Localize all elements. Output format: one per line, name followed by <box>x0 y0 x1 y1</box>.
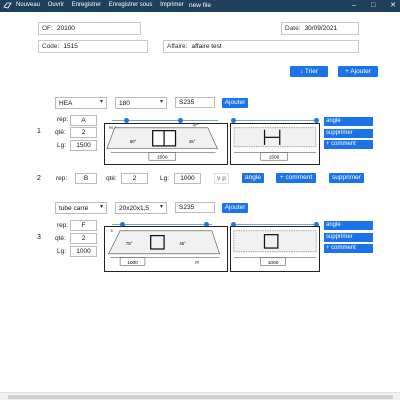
code-field[interactable]: Code: 1515 <box>38 40 148 53</box>
qte-input-2[interactable]: 2 <box>121 173 148 184</box>
length-dim-left-1: 1500 <box>157 155 168 161</box>
of-field[interactable]: OF: 20100 <box>38 22 141 35</box>
length-dim-right-1: 1500 <box>269 155 280 161</box>
close-icon[interactable]: ✕ <box>390 2 396 9</box>
dim-top-label-1: 66.7 <box>109 126 116 130</box>
size-value-3: 20x20x1,5 <box>119 205 149 212</box>
angle-label-a-1: 60° <box>130 139 137 144</box>
date-field[interactable]: Date: 30/09/2021 <box>281 22 359 35</box>
rep-input-2[interactable]: B <box>75 173 97 184</box>
chevron-down-icon: ▾ <box>159 204 163 210</box>
add-item-button[interactable]: + Ajouter <box>338 66 378 77</box>
length-dim-right-3: 1000 <box>268 260 279 266</box>
angle-label-a-3: 75° <box>126 241 133 246</box>
angle-label-b-1: 45° <box>189 139 196 144</box>
length-dim-left-3: 1000 <box>127 260 138 266</box>
drawing-side-view-1: 1500 60° 45° 66.7 47° <box>104 123 228 165</box>
rep-input-3[interactable]: F <box>70 220 97 231</box>
lg-input-2[interactable]: 1000 <box>174 173 201 184</box>
size-select-1[interactable]: 180 ▾ <box>115 97 167 109</box>
angle-button-3[interactable]: angle <box>324 221 373 230</box>
drawing-top-view-3: 1000 <box>230 226 320 272</box>
angle-button-2[interactable]: angle <box>242 173 264 183</box>
rep-label-3: rep: <box>57 222 69 229</box>
affaire-value: affaire test <box>191 43 222 50</box>
angle-slider-left-3[interactable] <box>112 222 212 227</box>
code-value: 1515 <box>63 43 78 50</box>
item-number-1: 1 <box>37 128 41 135</box>
drawing-side-view-3: 1000 75° 45° 5 20 <box>104 226 228 272</box>
ajouter-button-1[interactable]: Ajouter <box>222 98 248 108</box>
chevron-down-icon: ▾ <box>99 204 103 210</box>
of-value: 20100 <box>56 25 75 32</box>
of-label: OF: <box>42 25 53 32</box>
comment-button-2[interactable]: + comment <box>276 173 316 183</box>
dim-side-label-3: 20 <box>195 260 199 264</box>
angle-slider-3-3[interactable] <box>231 222 319 227</box>
lg-label-1: Lg: <box>57 142 67 149</box>
angle-slider-3-1[interactable] <box>231 118 319 123</box>
date-value: 30/09/2021 <box>304 25 338 32</box>
item-number-2: 2 <box>37 175 41 182</box>
affaire-field[interactable]: Affaire: affaire test <box>163 40 359 53</box>
date-label: Date: <box>285 25 301 32</box>
material-input-1[interactable]: S235 <box>175 97 215 108</box>
lg-input-1[interactable]: 1500 <box>70 140 97 151</box>
qte-input-3[interactable]: 2 <box>70 233 97 244</box>
comment-button-1[interactable]: + comment <box>324 140 373 149</box>
profile-value-1: HEA <box>59 100 73 107</box>
comment-button-3[interactable]: + comment <box>324 244 373 253</box>
item-number-3: 3 <box>37 234 41 241</box>
code-label: Code: <box>42 43 60 50</box>
size-select-3[interactable]: 20x20x1,5 ▾ <box>115 202 167 214</box>
scrollbar-thumb[interactable] <box>8 395 393 399</box>
lg-input-3[interactable]: 1000 <box>70 246 97 257</box>
size-value-1: 180 <box>119 100 130 107</box>
material-input-3[interactable]: S235 <box>175 202 215 213</box>
qte-label-2: qté: <box>106 175 117 182</box>
rep-input-1[interactable]: A <box>70 115 97 126</box>
profile-select-1[interactable]: HEA ▾ <box>55 97 107 109</box>
qte-label-3: qté: <box>55 235 66 242</box>
vp-input-2[interactable]: v p <box>214 173 229 184</box>
profile-select-3[interactable]: tube carré ▾ <box>55 202 107 214</box>
rep-label-2: rep: <box>56 175 68 182</box>
maximize-icon[interactable]: □ <box>371 2 375 9</box>
chevron-down-icon: ▾ <box>99 99 103 105</box>
angle-button-1[interactable]: angle <box>324 117 373 126</box>
dim-top-label-3: 5 <box>111 229 113 233</box>
supprimer-button-3[interactable]: supprimer <box>324 233 373 242</box>
horizontal-scrollbar[interactable] <box>0 392 400 400</box>
lg-label-2: Lg: <box>160 175 170 182</box>
affaire-label: Affaire: <box>167 43 188 50</box>
drawing-top-view-1: 1500 <box>230 123 320 165</box>
lg-label-3: Lg: <box>57 248 67 255</box>
angle-slider-right-1[interactable] <box>152 118 218 123</box>
supprimer-button-2[interactable]: supprimer <box>329 173 364 183</box>
qte-label-1: qté: <box>55 129 66 136</box>
rep-label-1: rep: <box>57 116 69 123</box>
qte-input-1[interactable]: 2 <box>70 127 97 138</box>
trier-button[interactable]: ↓ Trier <box>290 66 328 77</box>
chevron-down-icon: ▾ <box>159 99 163 105</box>
profile-value-3: tube carré <box>59 205 89 212</box>
minimize-icon[interactable]: – <box>352 2 356 9</box>
angle-label-b-3: 45° <box>179 241 186 246</box>
dim-top2-label-1: 47° <box>193 123 199 127</box>
window-controls: – □ ✕ <box>339 1 396 9</box>
supprimer-button-1[interactable]: supprimer <box>324 129 373 138</box>
ajouter-button-3[interactable]: Ajouter <box>222 203 248 213</box>
title-bar: Nouveau Ouvrir Enregistrer Enregistrer s… <box>0 0 400 12</box>
